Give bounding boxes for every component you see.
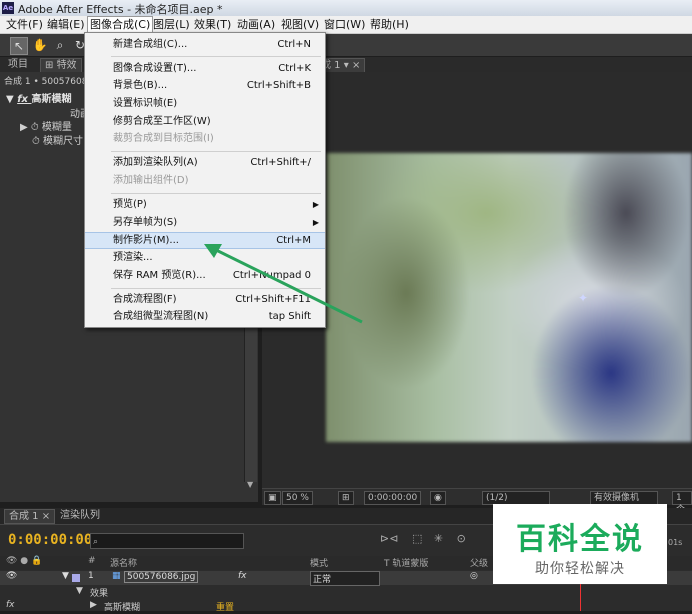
watermark-logo: 百科全说 助你轻松解决 bbox=[493, 504, 667, 584]
watermark-title: 百科全说 bbox=[516, 522, 644, 557]
watermark-subtitle: 助你轻松解决 bbox=[535, 561, 625, 577]
